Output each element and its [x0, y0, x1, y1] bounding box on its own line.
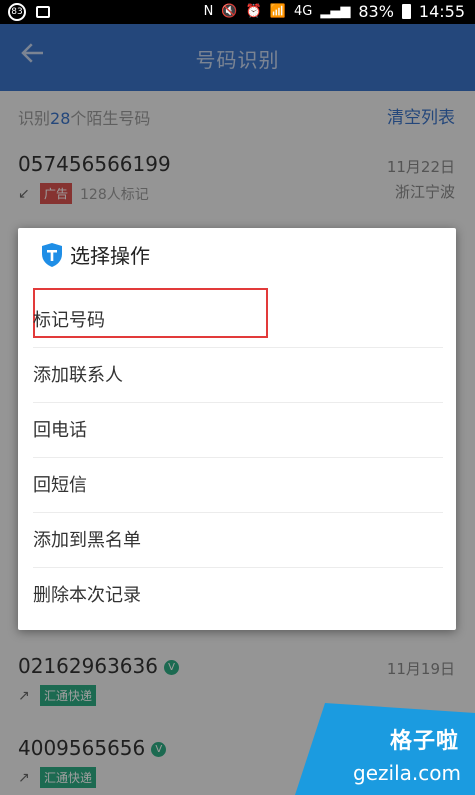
option-delete-record[interactable]: 删除本次记录	[33, 567, 443, 622]
clock: 14:55	[418, 2, 465, 21]
alarm-icon: ⏰	[245, 4, 262, 19]
image-notification-icon	[36, 6, 50, 18]
notification-badge-icon: 83	[8, 3, 26, 21]
status-bar: 83 N 🔇 ⏰ 📶 4G ▂▄▆ 83% 14:55	[0, 0, 475, 24]
watermark-url: gezila.com	[353, 761, 461, 785]
option-call-back[interactable]: 回电话	[33, 402, 443, 458]
dialog-title: 选择操作	[70, 244, 150, 268]
action-dialog: 选择操作 标记号码 添加联系人 回电话 回短信 添加到黑名单 删除本次记录	[18, 228, 456, 630]
battery-icon	[401, 4, 411, 19]
battery-percent: 83%	[358, 2, 394, 21]
option-mark-number[interactable]: 标记号码	[33, 288, 443, 348]
watermark-title: 格子啦	[389, 729, 459, 754]
signal-icon: ▂▄▆	[320, 4, 351, 19]
mute-icon: 🔇	[221, 4, 238, 19]
option-reply-sms[interactable]: 回短信	[33, 457, 443, 513]
option-add-contact[interactable]: 添加联系人	[33, 347, 443, 403]
wifi-icon: 📶	[269, 4, 286, 19]
watermark: 格子啦 gezila.com	[295, 703, 475, 795]
nfc-icon: N	[203, 4, 214, 19]
shield-icon	[42, 242, 62, 267]
network-type: 4G	[293, 4, 313, 19]
option-add-blacklist[interactable]: 添加到黑名单	[33, 512, 443, 568]
